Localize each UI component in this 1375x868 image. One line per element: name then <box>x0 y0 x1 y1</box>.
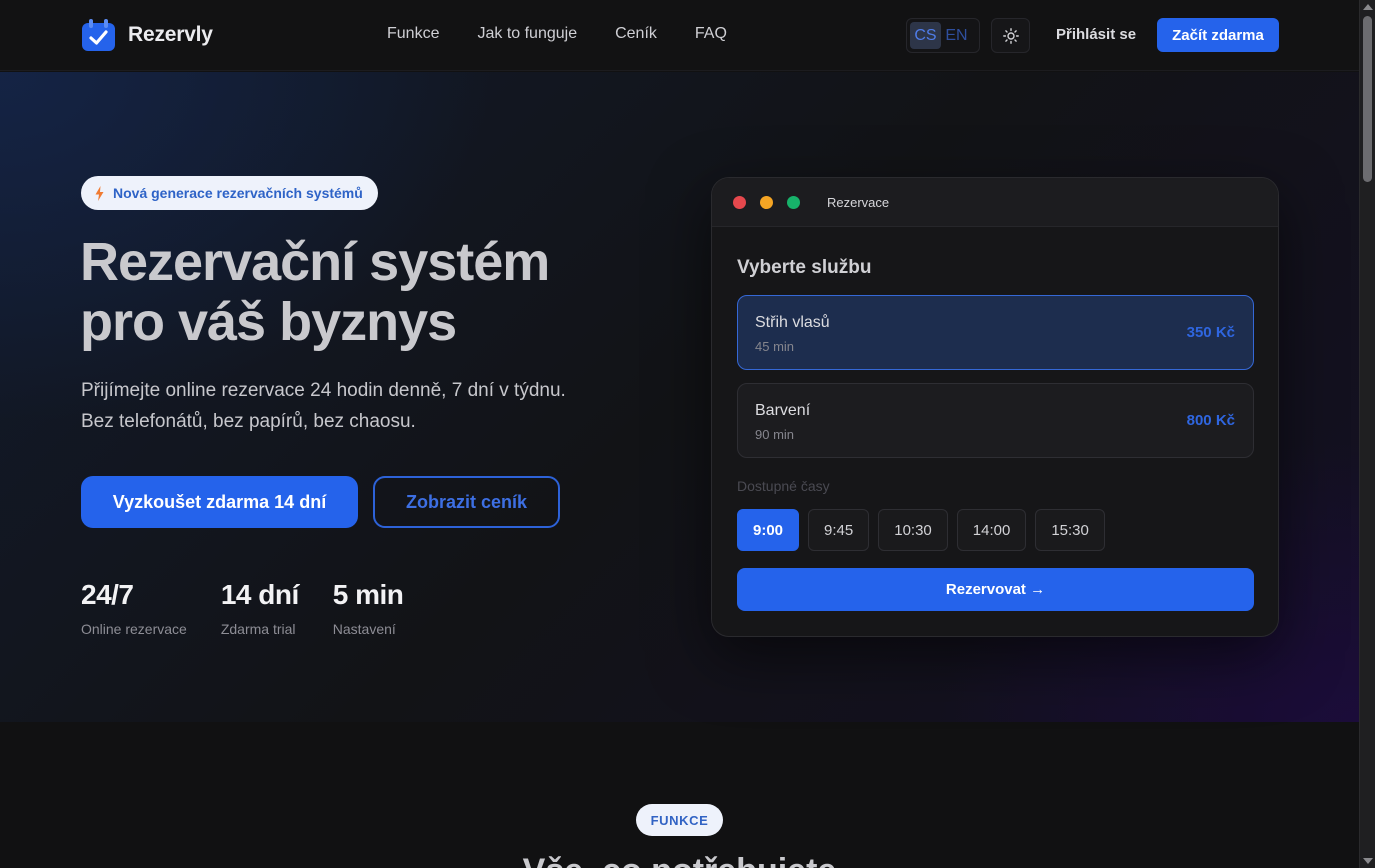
stat-item: 14 dní Zdarma trial <box>221 578 299 637</box>
page-scrollbar[interactable] <box>1359 0 1375 868</box>
service-duration: 90 min <box>755 427 795 442</box>
stat-label: Nastavení <box>332 621 396 637</box>
scroll-down-arrow-icon[interactable] <box>1363 858 1373 864</box>
stat-item: 5 min Nastavení <box>333 578 404 637</box>
view-pricing-button[interactable]: Zobrazit ceník <box>373 476 560 528</box>
service-price: 350 Kč <box>1186 324 1235 341</box>
stat-item: 24/7 Online rezervace <box>81 578 187 637</box>
window-titlebar: Rezervace <box>712 178 1278 227</box>
service-price: 800 Kč <box>1186 412 1235 429</box>
service-duration: 45 min <box>755 339 795 354</box>
time-slot[interactable]: 15:30 <box>1035 509 1105 551</box>
hero-section: Nová generace rezervačních systémů Rezer… <box>0 72 1359 722</box>
nav-link-pricing[interactable]: Ceník <box>615 25 657 43</box>
hero-subtitle-line-2: Bez telefonátů, bez papírů, bez chaosu. <box>81 411 416 432</box>
time-slot-list: 9:00 9:45 10:30 14:00 15:30 <box>737 509 1105 551</box>
window-minimize-dot <box>760 195 773 209</box>
service-name: Střih vlasů <box>755 314 830 331</box>
nav-link-features[interactable]: Funkce <box>387 25 439 43</box>
scroll-up-arrow-icon[interactable] <box>1363 4 1373 10</box>
time-slot[interactable]: 9:45 <box>808 509 870 551</box>
brand-name: Rezervly <box>128 23 213 46</box>
hero-title-line-2: pro váš byznys <box>80 292 457 352</box>
reserve-button[interactable]: Rezervovat → <box>737 568 1254 611</box>
stat-value: 5 min <box>332 579 404 610</box>
service-option-haircut[interactable]: Střih vlasů 45 min 350 Kč <box>737 295 1254 370</box>
nav-link-faq[interactable]: FAQ <box>695 25 727 43</box>
page: Rezervly Funkce Jak to funguje Ceník FAQ… <box>0 0 1359 868</box>
time-slot[interactable]: 9:00 <box>737 509 800 551</box>
hero-stats: 24/7 Online rezervace 14 dní Zdarma tria… <box>81 578 437 637</box>
language-switcher: CS EN <box>906 18 980 53</box>
theme-toggle-button[interactable] <box>991 18 1030 53</box>
login-link[interactable]: Přihlásit se <box>1056 26 1136 43</box>
available-times-label: Dostupné časy <box>737 478 830 494</box>
hero-badge: Nová generace rezervačních systémů <box>81 176 378 210</box>
select-service-heading: Vyberte službu <box>737 257 872 278</box>
lang-cs-button[interactable]: CS <box>910 22 941 49</box>
window-close-dot <box>733 195 746 209</box>
lang-en-button[interactable]: EN <box>941 22 972 49</box>
window-maximize-dot <box>787 195 800 209</box>
nav-link-how-it-works[interactable]: Jak to funguje <box>477 25 577 43</box>
features-section-title: Vše, co potřebujete <box>0 852 1359 868</box>
start-free-button[interactable]: Začít zdarma <box>1157 18 1279 52</box>
service-name: Barvení <box>755 402 811 419</box>
booking-widget: Rezervace Vyberte službu Střih vlasů 45 … <box>711 177 1279 637</box>
top-navbar: Rezervly Funkce Jak to funguje Ceník FAQ… <box>0 0 1359 71</box>
scrollbar-thumb[interactable] <box>1363 16 1372 182</box>
brand-logo[interactable]: Rezervly <box>81 18 213 52</box>
calendar-check-icon <box>82 19 115 51</box>
features-section-pill: FUNKCE <box>636 804 723 836</box>
stat-label: Zdarma trial <box>220 621 296 637</box>
stat-label: Online rezervace <box>81 621 187 637</box>
time-slot[interactable]: 14:00 <box>956 509 1027 551</box>
sun-icon <box>1002 27 1019 44</box>
stat-value: 14 dní <box>220 579 299 610</box>
window-title: Rezervace <box>827 194 890 210</box>
time-slot[interactable]: 10:30 <box>878 509 948 551</box>
service-option-coloring[interactable]: Barvení 90 min 800 Kč <box>737 383 1254 458</box>
stat-value: 24/7 <box>81 579 134 610</box>
hero-badge-text: Nová generace rezervačních systémů <box>113 185 363 201</box>
hero-subtitle: Přijímejte online rezervace 24 hodin den… <box>81 375 641 437</box>
try-free-button[interactable]: Vyzkoušet zdarma 14 dní <box>81 476 358 528</box>
lightning-icon <box>95 185 104 201</box>
hero-title: Rezervační systém pro váš byznys <box>80 232 640 352</box>
hero-title-line-1: Rezervační systém <box>80 232 550 292</box>
main-nav: Funkce Jak to funguje Ceník FAQ <box>387 25 727 43</box>
hero-subtitle-line-1: Přijímejte online rezervace 24 hodin den… <box>81 380 566 401</box>
